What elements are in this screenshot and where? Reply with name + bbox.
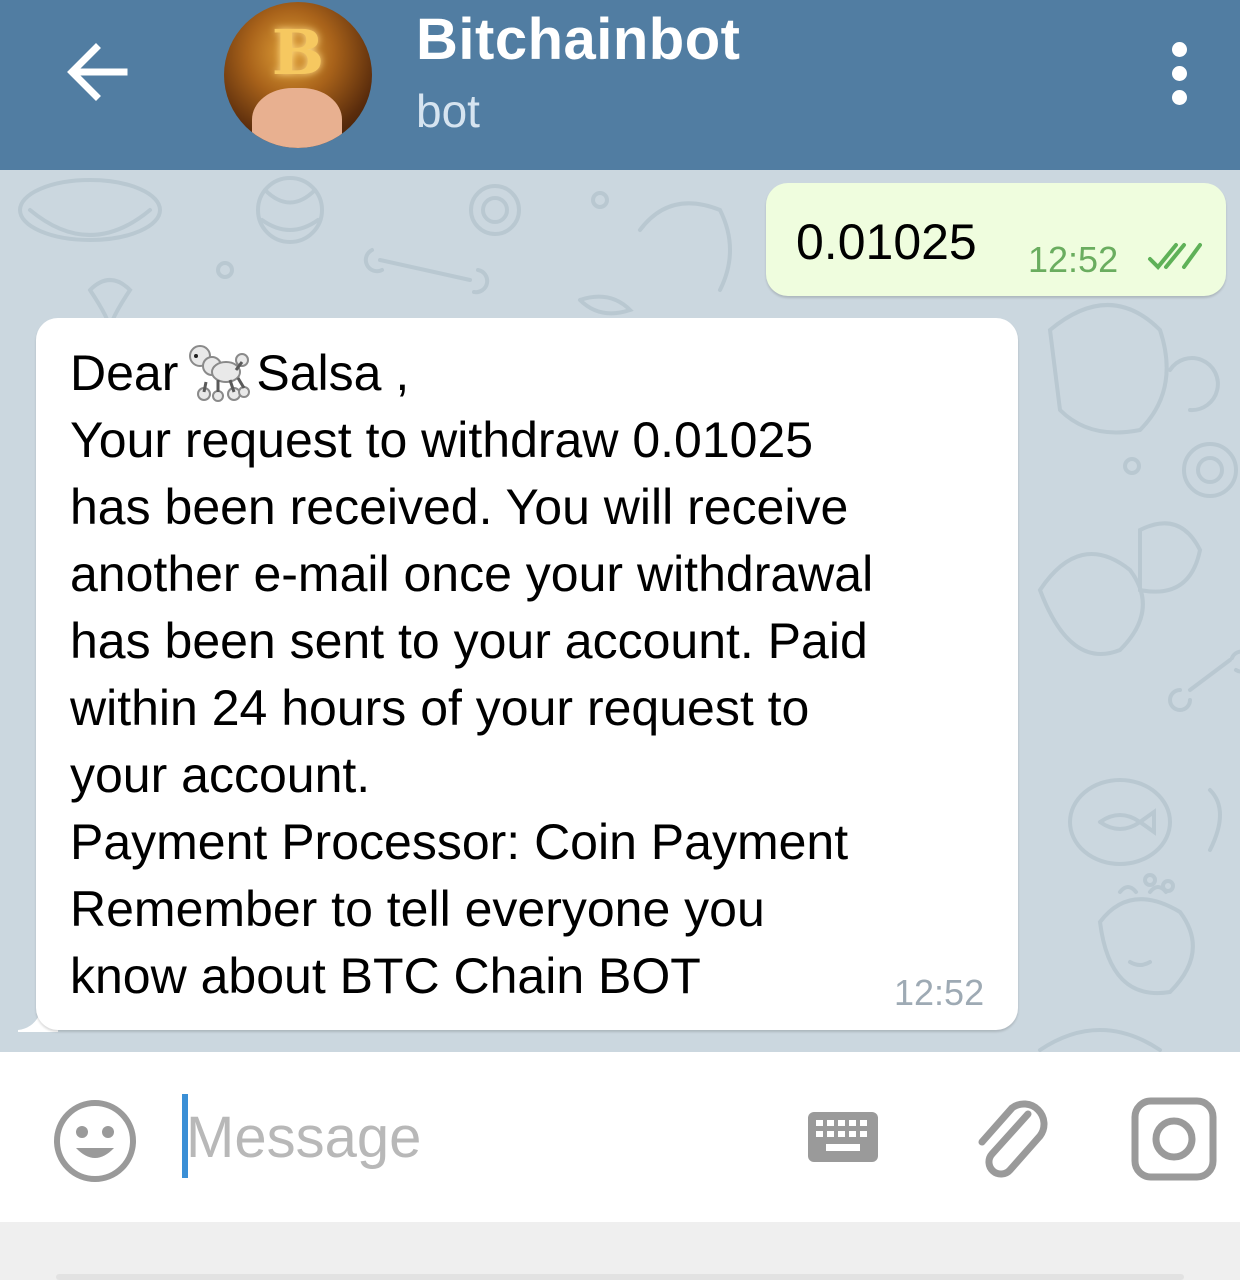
message-line: has been sent to your account. Paid xyxy=(70,613,868,669)
camera-icon xyxy=(1131,1097,1217,1181)
double-check-icon xyxy=(1148,243,1202,270)
keyboard-button[interactable] xyxy=(806,1108,880,1166)
incoming-message-time: 12:52 xyxy=(894,972,985,1013)
smiley-icon xyxy=(54,1100,136,1182)
incoming-message-text: Dear Salsa , Your request to withdraw 0.… xyxy=(70,340,873,1010)
arrow-left-icon xyxy=(67,43,128,101)
greeting-name: Salsa , xyxy=(256,345,410,401)
emoji-button[interactable] xyxy=(52,1098,138,1184)
chat-title[interactable]: Bitchainbot xyxy=(416,6,740,73)
attach-button[interactable] xyxy=(968,1092,1054,1182)
message-line: Dear Salsa , xyxy=(70,340,873,407)
outgoing-message-time: 12:52 xyxy=(1028,239,1119,280)
bottom-panel xyxy=(0,1222,1240,1280)
keyboard-icon xyxy=(808,1112,878,1162)
message-line: Remember to tell everyone you xyxy=(70,881,765,937)
message-line: your account. xyxy=(70,747,371,803)
poodle-icon xyxy=(189,345,251,402)
avatar-letter: B xyxy=(271,16,325,89)
back-button[interactable] xyxy=(56,30,140,114)
chat-subtitle: bot xyxy=(416,85,480,137)
message-input-bar xyxy=(0,1052,1240,1222)
avatar-hand-image xyxy=(252,88,342,148)
message-line: another e-mail once your withdrawal xyxy=(70,546,874,602)
incoming-message[interactable]: Dear Salsa , Your request to withdraw 0.… xyxy=(36,318,1018,1030)
outgoing-message[interactable]: 0.01025 12:52 xyxy=(766,183,1226,296)
message-input[interactable] xyxy=(186,1092,766,1182)
greeting-word: Dear xyxy=(70,345,179,401)
message-line: Your request to withdraw 0.01025 xyxy=(70,412,814,468)
more-menu-button[interactable] xyxy=(1158,40,1202,106)
chat-header: B Bitchainbot bot xyxy=(0,0,1240,170)
message-line: know about BTC Chain BOT xyxy=(70,948,701,1004)
message-line: Payment Processor: Coin Payment xyxy=(70,814,849,870)
outgoing-message-text: 0.01025 xyxy=(796,214,977,270)
message-line: has been received. You will receive xyxy=(70,479,849,535)
chat-area[interactable]: 0.01025 12:52 Dear Salsa , Your request … xyxy=(0,170,1240,1052)
paperclip-icon xyxy=(978,1100,1048,1178)
avatar[interactable]: B xyxy=(224,2,372,148)
camera-button[interactable] xyxy=(1130,1096,1218,1182)
message-line: within 24 hours of your request to xyxy=(70,680,810,736)
